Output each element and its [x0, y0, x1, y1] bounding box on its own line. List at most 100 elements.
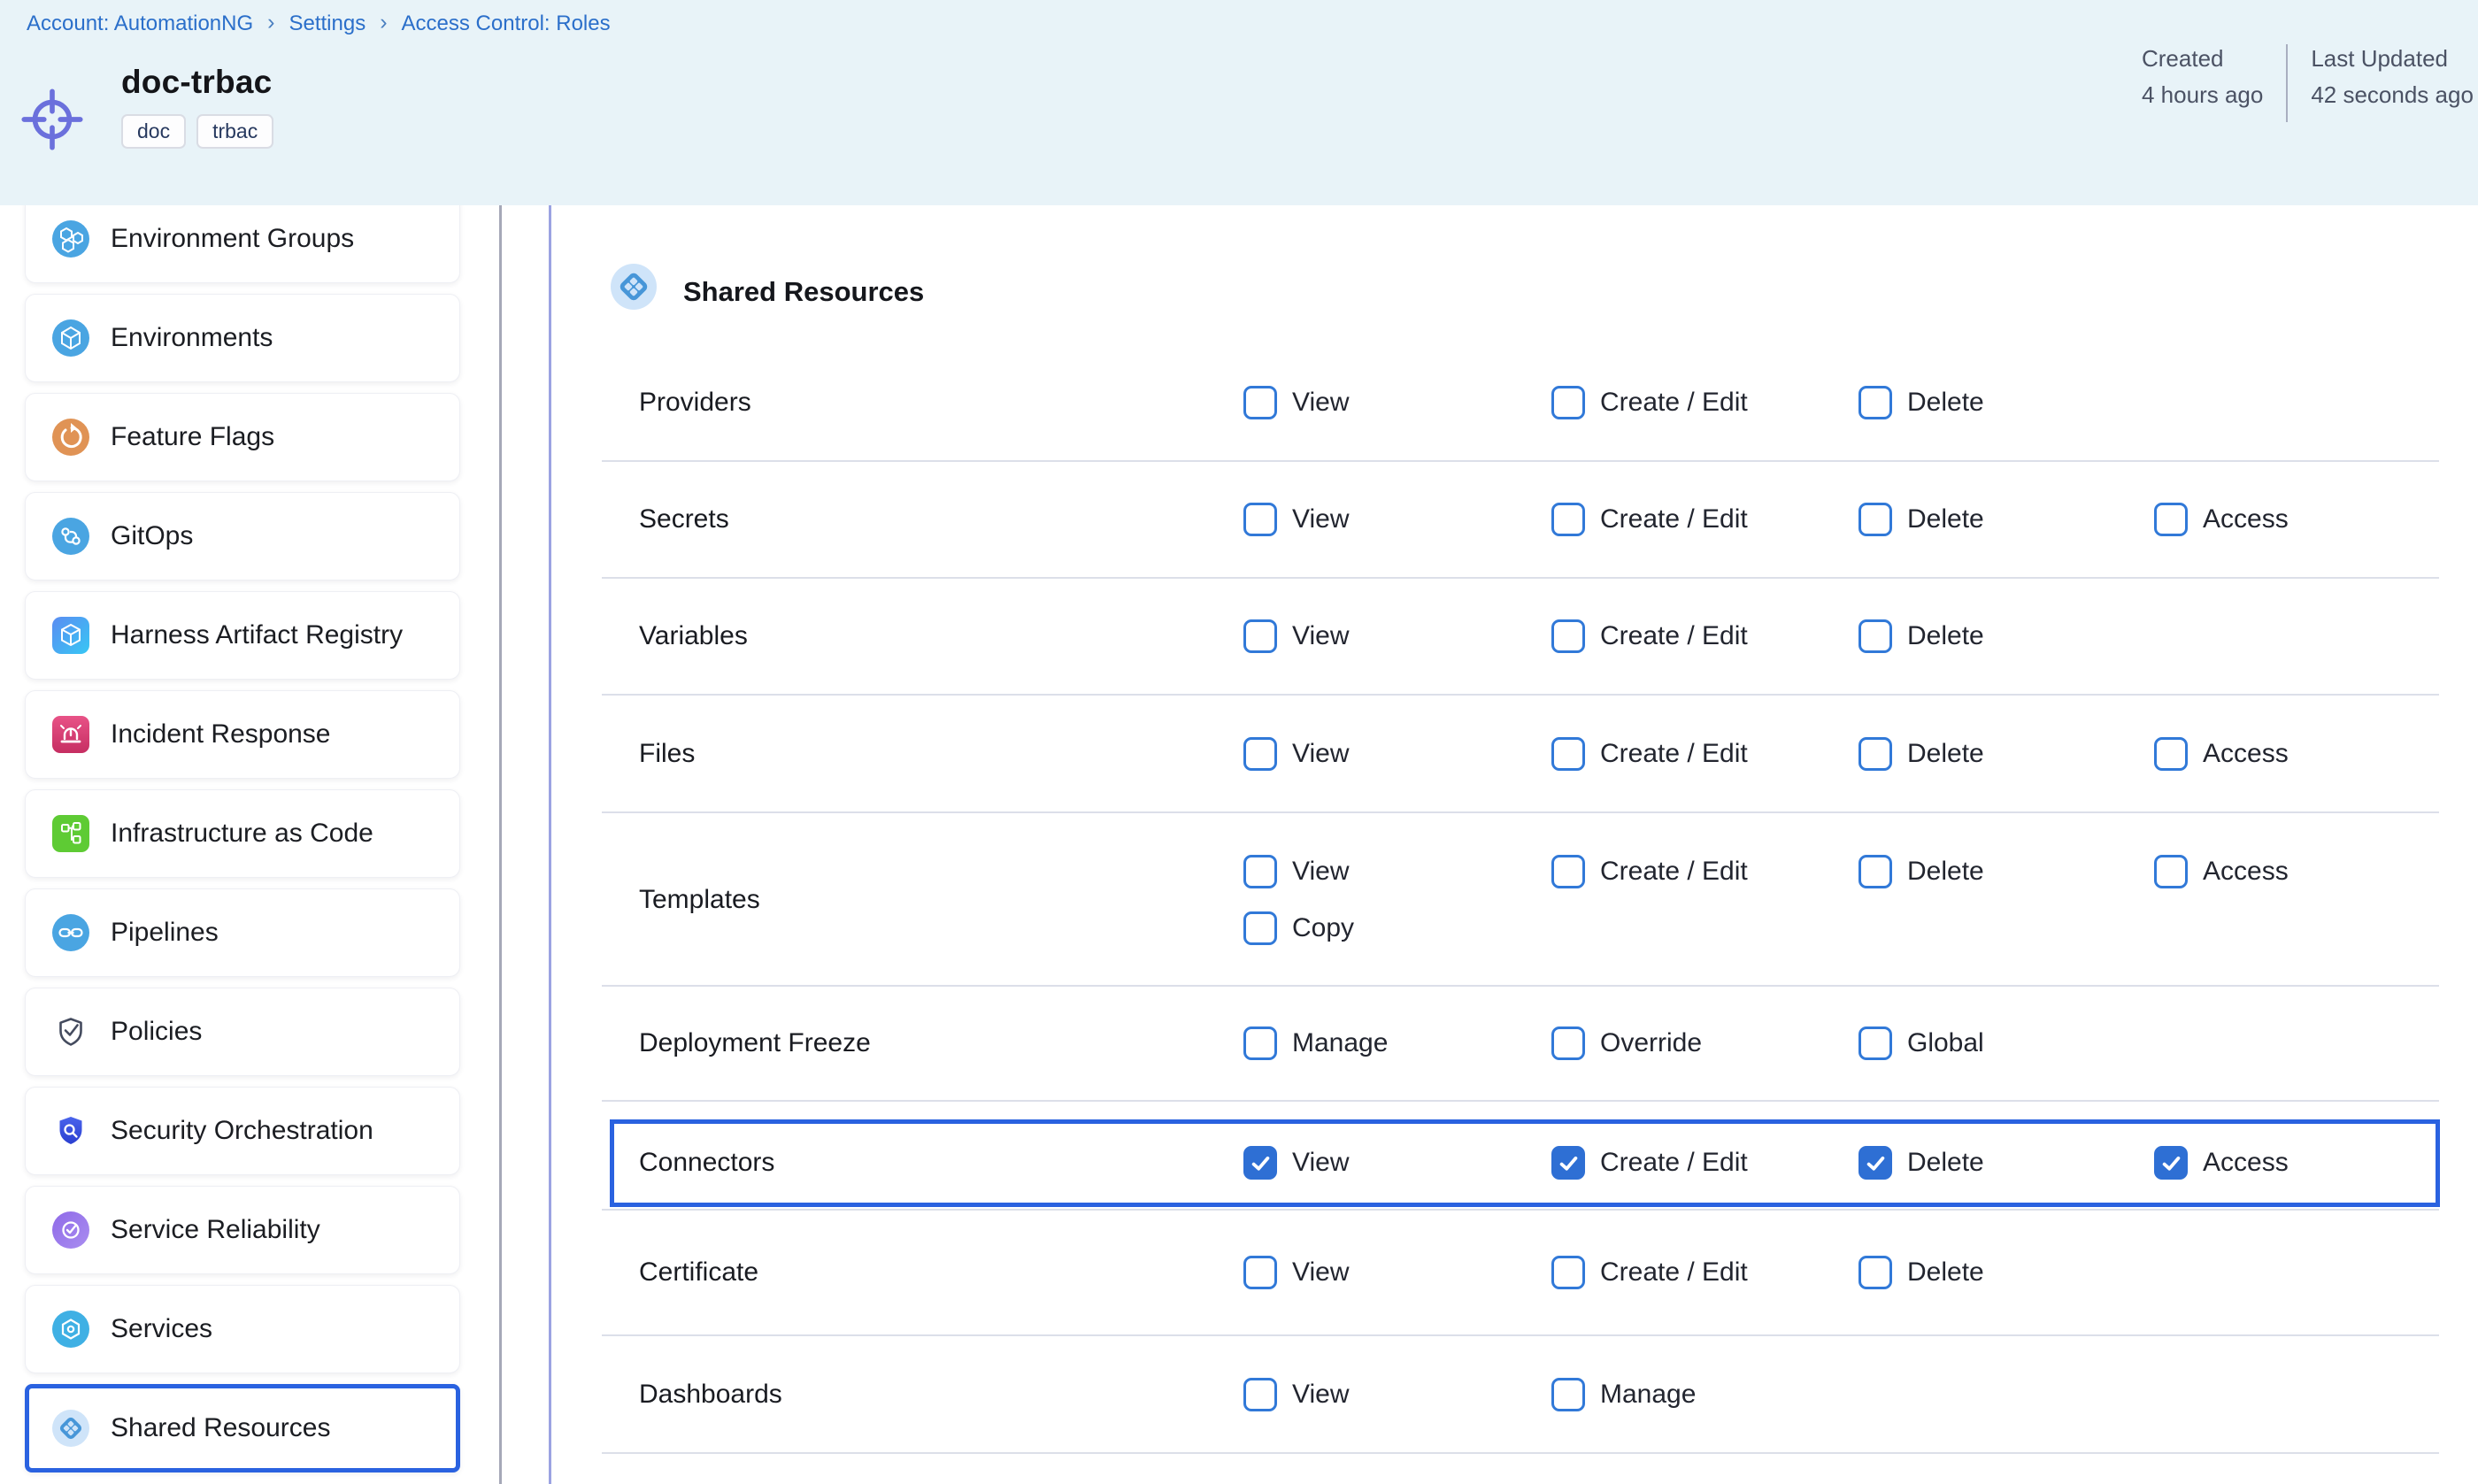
role-tags: doctrbac: [121, 114, 273, 149]
templates-access-permission[interactable]: Access: [2154, 855, 2289, 888]
permission-label: Delete: [1907, 857, 1984, 887]
variables-view-permission[interactable]: View: [1243, 619, 1349, 653]
secrets-create-edit-permission[interactable]: Create / Edit: [1551, 503, 1748, 536]
sidebar-item-feature-flags[interactable]: Feature Flags: [25, 393, 460, 481]
environments-icon: [52, 319, 89, 357]
content-splitter-line[interactable]: [549, 205, 551, 1484]
copy-checkbox[interactable]: [1243, 911, 1277, 945]
secrets-delete-permission[interactable]: Delete: [1858, 503, 1984, 536]
create-edit-checkbox[interactable]: [1551, 855, 1585, 888]
dashboards-view-permission[interactable]: View: [1243, 1378, 1349, 1411]
resource-name: Secrets: [639, 504, 729, 534]
sidebar-item-service-reliability[interactable]: Service Reliability: [25, 1186, 460, 1274]
access-checkbox[interactable]: [2154, 737, 2188, 771]
view-checkbox[interactable]: [1243, 737, 1277, 771]
deployment-freeze-manage-permission[interactable]: Manage: [1243, 1026, 1388, 1060]
sidebar-item-incident-response[interactable]: Incident Response: [25, 690, 460, 779]
breadcrumb-link-access-control-roles[interactable]: Access Control: Roles: [402, 12, 611, 36]
providers-create-edit-permission[interactable]: Create / Edit: [1551, 386, 1748, 419]
delete-checkbox[interactable]: [1858, 619, 1892, 653]
variables-delete-permission[interactable]: Delete: [1858, 619, 1984, 653]
sidebar-item-security-orchestration[interactable]: Security Orchestration: [25, 1087, 460, 1175]
delete-checkbox[interactable]: [1858, 737, 1892, 771]
providers-view-permission[interactable]: View: [1243, 386, 1349, 419]
create-edit-checkbox[interactable]: [1551, 619, 1585, 653]
updated-label: Last Updated: [2311, 41, 2474, 77]
certificate-delete-permission[interactable]: Delete: [1858, 1256, 1984, 1289]
sidebar-item-environments[interactable]: Environments: [25, 294, 460, 382]
create-edit-checkbox[interactable]: [1551, 386, 1585, 419]
sidebar-item-shared-resources[interactable]: Shared Resources: [25, 1384, 460, 1472]
access-checkbox[interactable]: [2154, 503, 2188, 536]
certificate-view-permission[interactable]: View: [1243, 1256, 1349, 1289]
view-checkbox[interactable]: [1243, 386, 1277, 419]
create-edit-checkbox[interactable]: [1551, 503, 1585, 536]
global-checkbox[interactable]: [1858, 1026, 1892, 1060]
view-checkbox[interactable]: [1243, 1378, 1277, 1411]
permission-row-deployment-freeze: Deployment FreezeManageOverrideGlobal: [602, 985, 2439, 1100]
templates-view-permission[interactable]: View: [1243, 855, 1349, 888]
connectors-access-permission[interactable]: Access: [2154, 1146, 2289, 1180]
delete-checkbox[interactable]: [1858, 1256, 1892, 1289]
files-view-permission[interactable]: View: [1243, 737, 1349, 771]
access-checkbox[interactable]: [2154, 855, 2188, 888]
dashboards-manage-permission[interactable]: Manage: [1551, 1378, 1696, 1411]
manage-checkbox[interactable]: [1551, 1378, 1585, 1411]
view-checkbox[interactable]: [1243, 1256, 1277, 1289]
delete-checkbox[interactable]: [1858, 1146, 1892, 1180]
sidebar-item-environment-groups[interactable]: Environment Groups: [25, 195, 460, 283]
sidebar-item-services[interactable]: Services: [25, 1285, 460, 1373]
sidebar-item-harness-artifact-registry[interactable]: Harness Artifact Registry: [25, 591, 460, 680]
deployment-freeze-global-permission[interactable]: Global: [1858, 1026, 1984, 1060]
files-access-permission[interactable]: Access: [2154, 737, 2289, 771]
breadcrumb-link-account-automationng[interactable]: Account: AutomationNG: [27, 12, 253, 36]
create-edit-checkbox[interactable]: [1551, 1146, 1585, 1180]
sidebar-item-pipelines[interactable]: Pipelines: [25, 888, 460, 977]
view-checkbox[interactable]: [1243, 619, 1277, 653]
providers-delete-permission[interactable]: Delete: [1858, 386, 1984, 419]
templates-copy-permission[interactable]: Copy: [1243, 911, 1354, 945]
sidebar-item-infrastructure-as-code[interactable]: Infrastructure as Code: [25, 789, 460, 878]
view-checkbox[interactable]: [1243, 855, 1277, 888]
secrets-access-permission[interactable]: Access: [2154, 503, 2289, 536]
variables-create-edit-permission[interactable]: Create / Edit: [1551, 619, 1748, 653]
resource-name: Dashboards: [639, 1380, 782, 1410]
certificate-create-edit-permission[interactable]: Create / Edit: [1551, 1256, 1748, 1289]
templates-create-edit-permission[interactable]: Create / Edit: [1551, 855, 1748, 888]
security-orchestration-icon: [52, 1112, 89, 1150]
permission-label: Create / Edit: [1600, 739, 1748, 769]
connectors-create-edit-permission[interactable]: Create / Edit: [1551, 1146, 1748, 1180]
breadcrumb-link-settings[interactable]: Settings: [289, 12, 366, 36]
view-checkbox[interactable]: [1243, 503, 1277, 536]
files-delete-permission[interactable]: Delete: [1858, 737, 1984, 771]
resource-name: Certificate: [639, 1257, 758, 1288]
secrets-view-permission[interactable]: View: [1243, 503, 1349, 536]
sidebar-item-label: GitOps: [111, 521, 193, 551]
feature-flags-icon: [52, 419, 89, 456]
override-checkbox[interactable]: [1551, 1026, 1585, 1060]
sidebar-item-policies[interactable]: Policies: [25, 988, 460, 1076]
create-edit-checkbox[interactable]: [1551, 737, 1585, 771]
connectors-delete-permission[interactable]: Delete: [1858, 1146, 1984, 1180]
services-icon: [52, 1311, 89, 1348]
delete-checkbox[interactable]: [1858, 503, 1892, 536]
delete-checkbox[interactable]: [1858, 855, 1892, 888]
permission-label: Delete: [1907, 1257, 1984, 1288]
access-checkbox[interactable]: [2154, 1146, 2188, 1180]
sidebar-item-gitops[interactable]: GitOps: [25, 492, 460, 581]
sidebar-item-label: Shared Resources: [111, 1413, 330, 1443]
files-create-edit-permission[interactable]: Create / Edit: [1551, 737, 1748, 771]
created-value: 4 hours ago: [2142, 77, 2263, 113]
delete-checkbox[interactable]: [1858, 386, 1892, 419]
permission-label: Copy: [1292, 913, 1354, 943]
view-checkbox[interactable]: [1243, 1146, 1277, 1180]
connectors-view-permission[interactable]: View: [1243, 1146, 1349, 1180]
sidebar-item-label: Harness Artifact Registry: [111, 620, 403, 650]
meta-block: Created 4 hours ago Last Updated 42 seco…: [2142, 41, 2474, 122]
templates-delete-permission[interactable]: Delete: [1858, 855, 1984, 888]
create-edit-checkbox[interactable]: [1551, 1256, 1585, 1289]
deployment-freeze-override-permission[interactable]: Override: [1551, 1026, 1702, 1060]
manage-checkbox[interactable]: [1243, 1026, 1277, 1060]
sidebar-item-label: Infrastructure as Code: [111, 819, 373, 849]
role-crosshair-icon: [14, 81, 90, 158]
